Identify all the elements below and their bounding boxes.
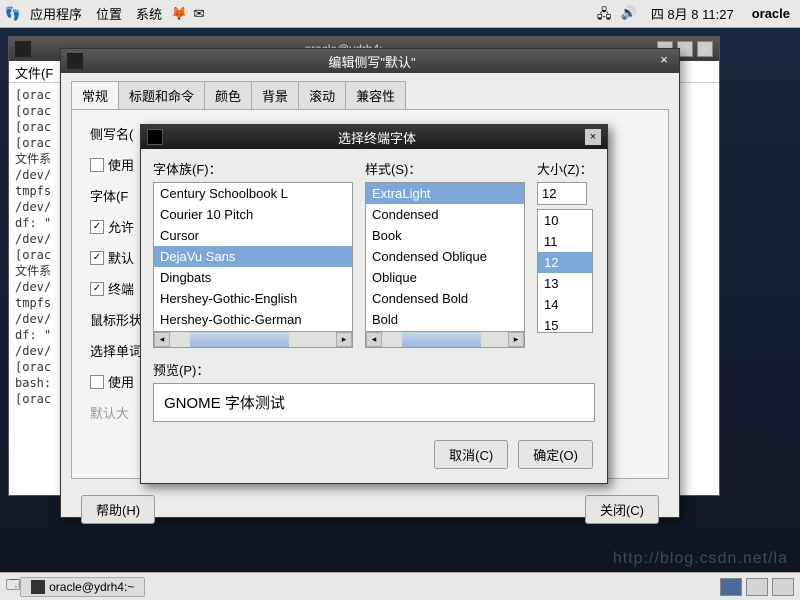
gnome-foot-icon: 👣 bbox=[4, 5, 22, 23]
terminal-bell-label: 终端 bbox=[108, 279, 134, 298]
list-item[interactable]: Condensed bbox=[366, 204, 524, 225]
list-item[interactable]: ExtraLight bbox=[366, 183, 524, 204]
scroll-right-icon[interactable]: ▸ bbox=[508, 332, 524, 347]
scroll-left-icon[interactable]: ◂ bbox=[366, 332, 382, 347]
tab-scrolling[interactable]: 滚动 bbox=[298, 81, 346, 109]
size-label: 大小(Z)： bbox=[537, 159, 593, 178]
font-picker-titlebar[interactable]: 选择终端字体 × bbox=[141, 125, 607, 149]
select-by-word-label: 选择单词 bbox=[90, 341, 142, 360]
use-custom-default-label: 使用 bbox=[108, 372, 134, 391]
scroll-right-icon[interactable]: ▸ bbox=[336, 332, 352, 347]
font-family-list[interactable]: Century Schoolbook LCourier 10 PitchCurs… bbox=[153, 182, 353, 332]
show-desktop-icon[interactable]: 🗔 bbox=[6, 576, 20, 598]
list-item[interactable]: 13 bbox=[538, 273, 592, 294]
taskbar-entry-label: oracle@ydrh4:~ bbox=[49, 580, 134, 594]
list-item[interactable]: Oblique bbox=[366, 267, 524, 288]
default-size-hint: 默认大 bbox=[90, 403, 129, 422]
list-item[interactable]: Bold bbox=[366, 309, 524, 330]
network-icon[interactable]: 🖧 bbox=[597, 5, 615, 23]
close-button[interactable]: × bbox=[697, 41, 713, 57]
workspace-2[interactable] bbox=[746, 578, 768, 596]
use-system-font-checkbox[interactable] bbox=[90, 158, 104, 172]
edit-profile-title: 编辑侧写"默认" bbox=[89, 52, 655, 71]
dialog-icon bbox=[67, 53, 83, 69]
list-item[interactable]: 15 bbox=[538, 315, 592, 333]
list-item[interactable]: Condensed Bold bbox=[366, 288, 524, 309]
scroll-thumb[interactable] bbox=[402, 332, 481, 347]
scroll-left-icon[interactable]: ◂ bbox=[154, 332, 170, 347]
list-item[interactable]: Condensed Oblique bbox=[366, 246, 524, 267]
family-hscrollbar[interactable]: ◂▸ bbox=[153, 332, 353, 348]
dialog-icon bbox=[147, 129, 163, 145]
allow-bold-checkbox[interactable]: ✓ bbox=[90, 220, 104, 234]
use-custom-default-checkbox[interactable] bbox=[90, 375, 104, 389]
menu-system[interactable]: 系统 bbox=[130, 2, 168, 25]
top-panel: 👣 应用程序 位置 系统 🦊 ✉ 🖧 🔊 四 8月 8 11:27 oracle bbox=[0, 0, 800, 28]
menu-applications[interactable]: 应用程序 bbox=[24, 2, 88, 25]
allow-bold-label: 允许 bbox=[108, 217, 134, 236]
firefox-icon[interactable]: 🦊 bbox=[170, 5, 188, 23]
tab-compatibility[interactable]: 兼容性 bbox=[345, 81, 406, 109]
font-size-input[interactable] bbox=[537, 182, 587, 205]
family-label: 字体族(F)： bbox=[153, 159, 353, 178]
default-show-label: 默认 bbox=[108, 248, 134, 267]
evolution-icon[interactable]: ✉ bbox=[190, 5, 208, 23]
list-item[interactable]: Courier 10 Pitch bbox=[154, 204, 352, 225]
cursor-shape-label: 鼠标形状 bbox=[90, 310, 142, 329]
edit-profile-titlebar[interactable]: 编辑侧写"默认" × bbox=[61, 49, 679, 73]
close-icon[interactable]: × bbox=[585, 129, 601, 145]
tab-colors[interactable]: 颜色 bbox=[204, 81, 252, 109]
terminal-icon bbox=[15, 41, 31, 57]
default-show-checkbox[interactable]: ✓ bbox=[90, 251, 104, 265]
tab-general[interactable]: 常规 bbox=[71, 81, 119, 109]
volume-icon[interactable]: 🔊 bbox=[621, 5, 639, 23]
clock[interactable]: 四 8月 8 11:27 bbox=[645, 2, 740, 25]
user-label[interactable]: oracle bbox=[746, 4, 796, 23]
profile-tabs: 常规 标题和命令 颜色 背景 滚动 兼容性 bbox=[61, 73, 679, 109]
list-item[interactable]: Cursor bbox=[154, 225, 352, 246]
bottom-panel: 🗔 oracle@ydrh4:~ bbox=[0, 572, 800, 600]
taskbar-entry[interactable]: oracle@ydrh4:~ bbox=[20, 577, 145, 597]
list-item[interactable]: 10 bbox=[538, 210, 592, 231]
list-item[interactable]: Hershey-Gothic-English bbox=[154, 288, 352, 309]
list-item[interactable]: Book bbox=[366, 225, 524, 246]
ok-button[interactable]: 确定(O) bbox=[518, 440, 593, 469]
font-picker-title: 选择终端字体 bbox=[169, 128, 585, 147]
close-icon[interactable]: × bbox=[655, 52, 673, 70]
list-item[interactable]: 12 bbox=[538, 252, 592, 273]
preview-label: 预览(P)： bbox=[153, 360, 595, 379]
list-item[interactable]: 14 bbox=[538, 294, 592, 315]
list-item[interactable]: Hershey-Gothic-German bbox=[154, 309, 352, 330]
close-profile-button[interactable]: 关闭(C) bbox=[585, 495, 659, 524]
list-item[interactable]: Dingbats bbox=[154, 267, 352, 288]
watermark: http://blog.csdn.net/la bbox=[613, 550, 788, 568]
font-size-list[interactable]: 101112131415 bbox=[537, 209, 593, 333]
trash-icon[interactable] bbox=[772, 578, 794, 596]
workspace-1[interactable] bbox=[720, 578, 742, 596]
style-label: 样式(S)： bbox=[365, 159, 525, 178]
workspace-switcher[interactable] bbox=[720, 578, 794, 596]
style-hscrollbar[interactable]: ◂▸ bbox=[365, 332, 525, 348]
font-style-list[interactable]: ExtraLightCondensedBookCondensed Oblique… bbox=[365, 182, 525, 332]
scroll-thumb[interactable] bbox=[190, 332, 289, 347]
cancel-button[interactable]: 取消(C) bbox=[434, 440, 508, 469]
use-system-font-label: 使用 bbox=[108, 155, 134, 174]
help-button[interactable]: 帮助(H) bbox=[81, 495, 155, 524]
list-item[interactable]: DejaVu Sans bbox=[154, 246, 352, 267]
list-item[interactable]: Century Schoolbook L bbox=[154, 183, 352, 204]
terminal-icon bbox=[31, 580, 45, 594]
menu-places[interactable]: 位置 bbox=[90, 2, 128, 25]
tab-title-command[interactable]: 标题和命令 bbox=[118, 81, 205, 109]
list-item[interactable]: 11 bbox=[538, 231, 592, 252]
font-preview: GNOME 字体测试 bbox=[153, 383, 595, 422]
terminal-bell-checkbox[interactable]: ✓ bbox=[90, 282, 104, 296]
font-picker-dialog: 选择终端字体 × 字体族(F)： Century Schoolbook LCou… bbox=[140, 124, 608, 484]
tab-background[interactable]: 背景 bbox=[251, 81, 299, 109]
